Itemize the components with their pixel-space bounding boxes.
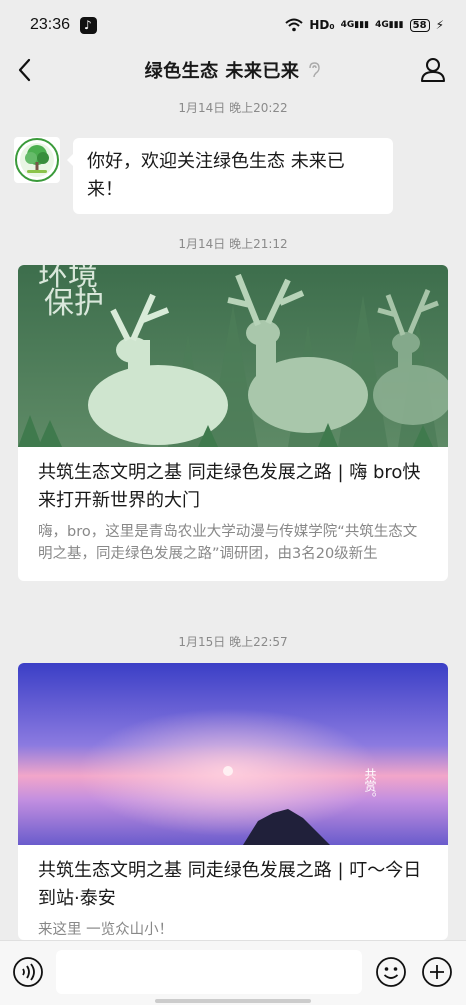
- tiktok-icon: [80, 16, 98, 34]
- chat-title: 绿色生态 未来已来: [144, 61, 300, 82]
- message-input[interactable]: [56, 950, 362, 994]
- article-title: 共筑生态文明之基 同走绿色发展之路 | 叮～今日到站·泰安: [38, 860, 422, 909]
- signal2-label: 4G: [375, 20, 389, 30]
- article-description: 嗨，bro，这里是青岛农业大学动漫与传媒学院“共筑生态文明之基，同走绿色发展之路…: [38, 524, 418, 562]
- charging-icon: ⚡: [435, 18, 444, 32]
- plus-icon[interactable]: [421, 956, 453, 988]
- nav-bar: 绿色生态 未来已来: [0, 50, 466, 90]
- signal-4g-1: 4G▮▮▮: [340, 20, 370, 30]
- profile-icon[interactable]: [420, 56, 446, 82]
- wifi-icon: [285, 18, 304, 32]
- article-timestamp: 1月14日 晚上21:12: [178, 237, 288, 251]
- green-logo-icon: [15, 138, 59, 182]
- voice-icon[interactable]: [12, 956, 44, 988]
- back-icon[interactable]: [14, 56, 38, 84]
- status-indicators: HD₀ 4G▮▮▮ 4G▮▮▮ 58 ⚡: [285, 18, 444, 32]
- battery-icon: 58: [409, 18, 430, 32]
- account-avatar[interactable]: [14, 137, 60, 183]
- message-bubble[interactable]: 你好，欢迎关注绿色生态 未来已来！: [67, 138, 393, 214]
- article-card[interactable]: 共赏。 共筑生态文明之基 同走绿色发展之路 | 叮～今日到站·泰安 来这里 一览…: [18, 663, 448, 940]
- message-text: 你好，欢迎关注绿色生态 未来已来！: [87, 151, 345, 200]
- status-time: 23:36: [30, 16, 71, 33]
- message-timestamp: 1月14日 晚上20:22: [178, 101, 288, 115]
- home-indicator: [155, 999, 311, 1003]
- image-caption: 共赏。: [363, 768, 377, 804]
- ear-icon: [309, 62, 321, 78]
- signal1-label: 4G: [340, 20, 355, 30]
- article-description: 来这里 一览众山小！: [38, 922, 174, 938]
- emoji-icon[interactable]: [375, 956, 407, 988]
- network-label: HD₀: [309, 18, 335, 32]
- signal-4g-2: 4G▮▮▮: [375, 20, 404, 30]
- input-bar: [0, 940, 466, 1005]
- article-title: 共筑生态文明之基 同走绿色发展之路 | 嗨 bro快来打开新世界的大门: [38, 462, 421, 511]
- article-card[interactable]: 环境 保护 共筑生态文明之基 同走绿色发展之路 | 嗨 bro快来打开新世界的大…: [18, 265, 448, 581]
- article-timestamp: 1月15日 晚上22:57: [178, 635, 288, 649]
- article-cover-image: 共赏。: [18, 663, 448, 845]
- status-bar: 23:36 HD₀ 4G▮▮▮ 4G▮▮▮ 58 ⚡: [0, 0, 466, 50]
- article-cover-image: 环境 保护: [18, 265, 448, 447]
- image-caption-2: 保护: [44, 286, 104, 321]
